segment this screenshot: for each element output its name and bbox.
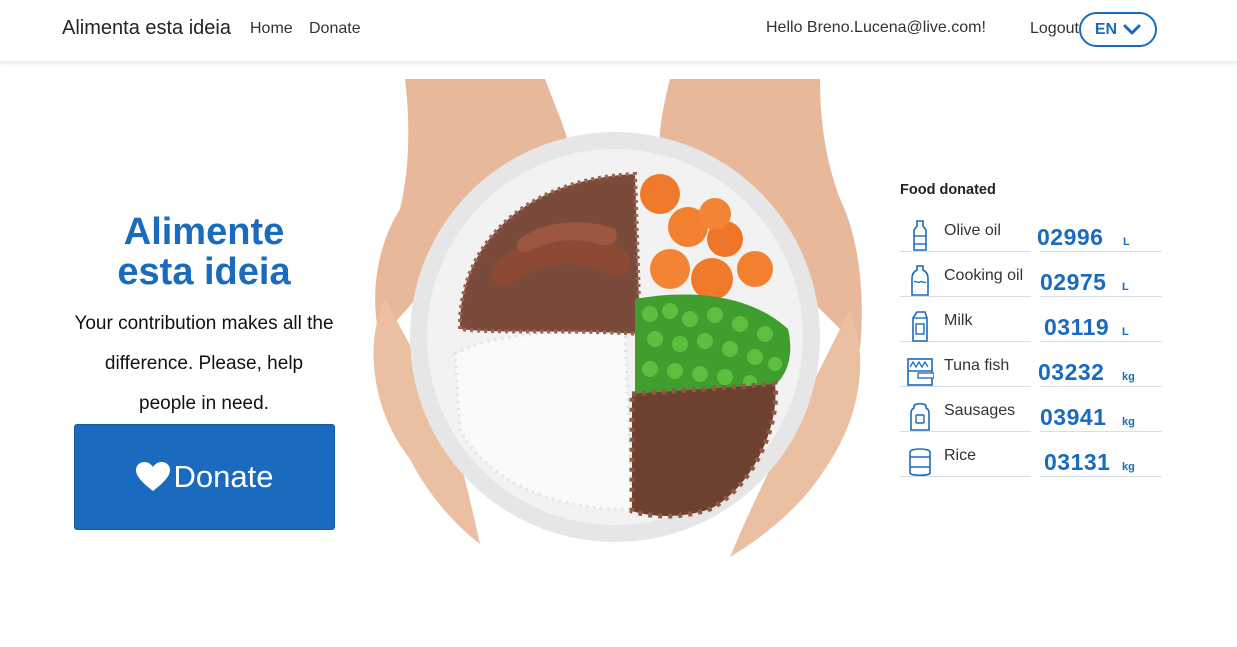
food-item-tuna-fish: Tuna fish 03232 kg	[900, 351, 1162, 396]
food-item-olive-oil: Olive oil 02996 L	[900, 216, 1162, 261]
food-value: 02975	[1040, 269, 1107, 295]
food-item-sausages: Sausages 03941 kg	[900, 396, 1162, 441]
tuna-can-icon	[907, 358, 934, 386]
food-value: 03232	[1038, 359, 1105, 385]
food-unit: kg	[1122, 416, 1135, 428]
sausage-package-icon	[910, 402, 930, 431]
food-item-rice: Rice 03131 kg	[900, 441, 1162, 486]
logout-link[interactable]: Logout	[1030, 20, 1079, 38]
food-item-cooking-oil: Cooking oil 02975 L	[900, 261, 1162, 306]
hero-title-line1: Alimente	[123, 211, 285, 253]
food-name: Cooking oil	[944, 267, 1024, 284]
hero-text: Your contribution makes all the differen…	[74, 313, 334, 414]
nav-donate-link[interactable]: Donate	[309, 20, 361, 38]
brand-link[interactable]: Alimenta esta ideia	[62, 17, 231, 40]
food-name: Tuna fish	[944, 357, 1010, 374]
nav-home-link[interactable]: Home	[250, 20, 293, 38]
food-name: Milk	[944, 312, 973, 329]
food-unit: L	[1122, 281, 1129, 293]
food-donated-title: Food donated	[900, 182, 996, 198]
olive-oil-bottle-icon	[913, 220, 927, 251]
food-value: 03131	[1044, 449, 1111, 475]
cooking-oil-bottle-icon	[911, 265, 929, 296]
language-label: EN	[1094, 20, 1118, 38]
food-unit: L	[1123, 236, 1130, 248]
hero-title: Alimente esta ideia	[74, 212, 334, 292]
language-selector[interactable]: EN	[1079, 12, 1157, 47]
food-value: 03119	[1044, 314, 1110, 340]
donate-button[interactable]: Donate	[74, 424, 335, 530]
hero-title-line2: esta ideia	[117, 251, 291, 293]
food-unit: kg	[1122, 461, 1135, 473]
rice-package-icon	[909, 448, 931, 477]
food-name: Sausages	[944, 402, 1016, 419]
food-value: 02996	[1037, 224, 1104, 250]
food-plate-image	[373, 79, 862, 557]
donate-button-label: Donate	[173, 459, 274, 494]
heart-icon	[135, 462, 170, 491]
food-unit: kg	[1122, 371, 1135, 383]
food-item-milk: Milk 03119 L	[900, 306, 1162, 351]
food-name: Rice	[944, 447, 977, 464]
food-name: Olive oil	[944, 222, 1001, 239]
chevron-down-icon	[1123, 24, 1141, 34]
food-value: 03941	[1040, 404, 1107, 430]
navbar: Alimenta esta ideia Home Donate Hello Br…	[0, 0, 1237, 62]
food-unit: L	[1122, 326, 1129, 338]
milk-carton-icon	[912, 311, 928, 342]
user-greeting: Hello Breno.Lucena@live.com!	[766, 19, 986, 36]
